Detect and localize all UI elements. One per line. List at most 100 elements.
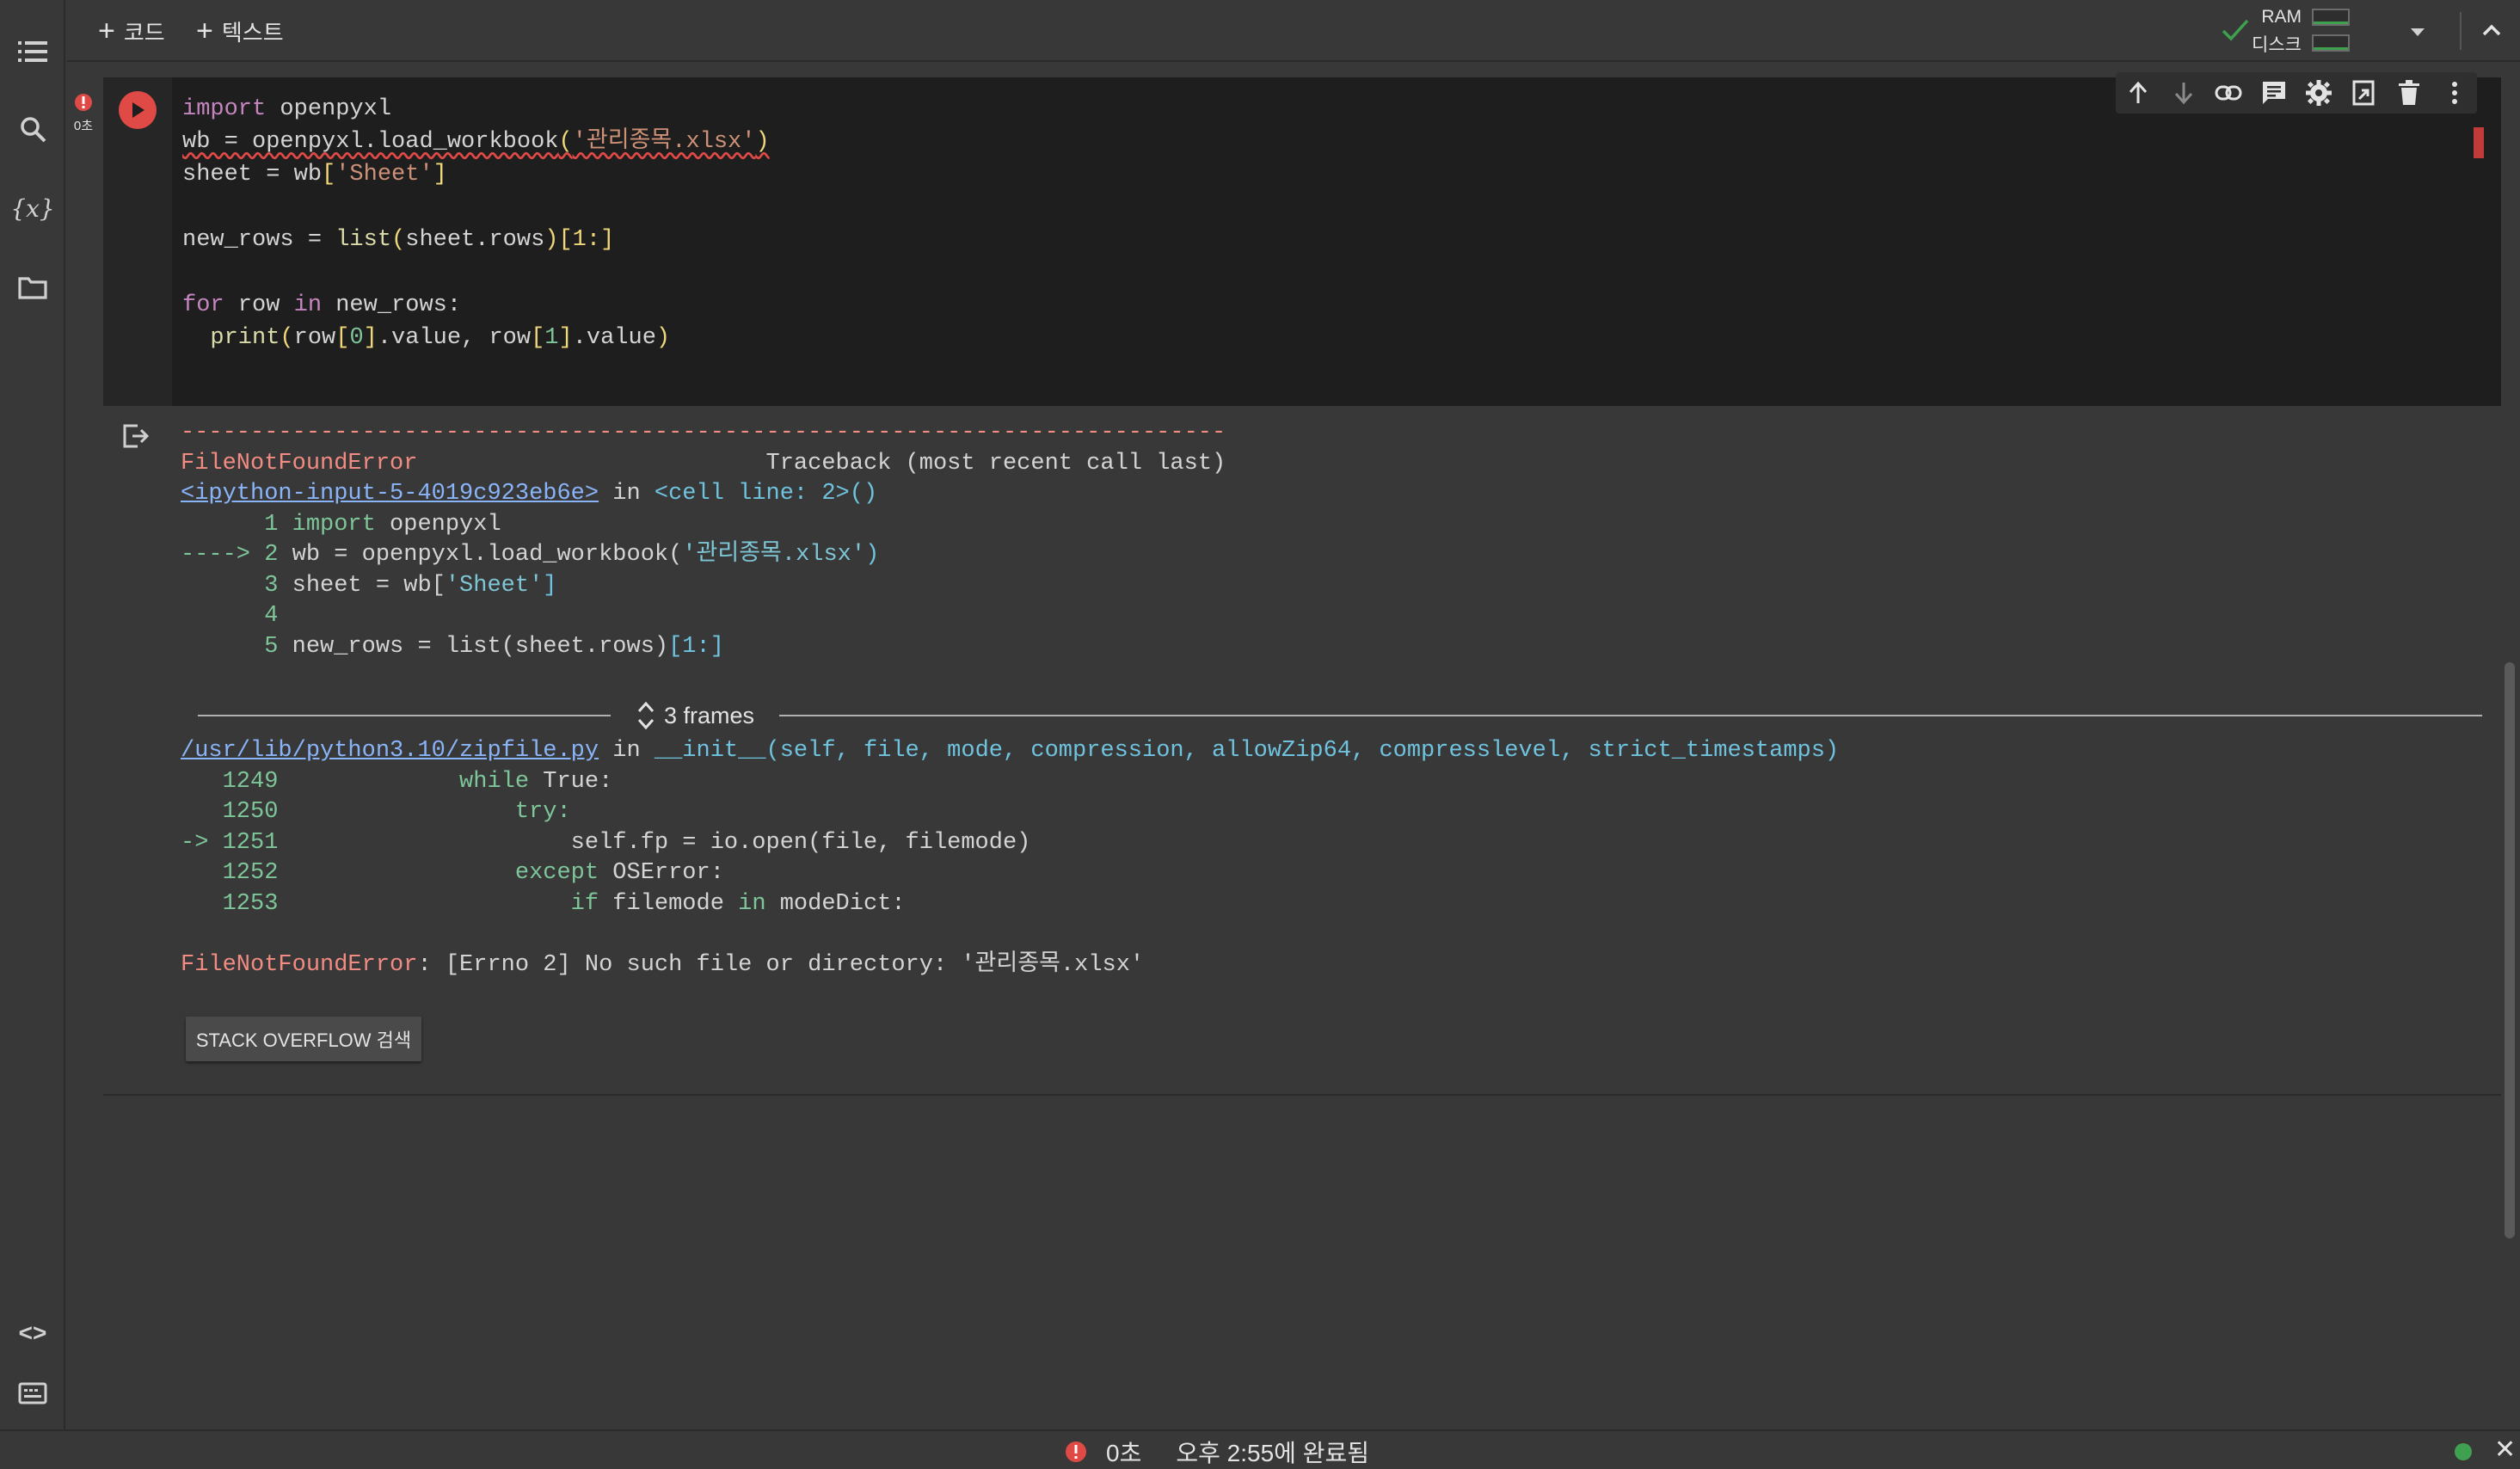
add-text-button[interactable]: + 텍스트 [196, 14, 284, 48]
toolbar-divider [2460, 12, 2462, 50]
code-token: ) [655, 325, 671, 351]
top-toolbar: + 코드 + 텍스트 RAM 디스크 [67, 0, 2520, 62]
frames-label: 3 frames [664, 702, 755, 728]
execution-status[interactable]: 0초 오후 2:55에 완료됨 [1065, 1436, 1369, 1467]
ram-usage-bar [2312, 9, 2350, 26]
code-token: while [292, 768, 530, 795]
disk-label: 디스크 [2252, 35, 2302, 55]
code-token: new_rows = [182, 227, 336, 253]
final-error-name: FileNotFoundError [181, 951, 418, 978]
code-token: ) [865, 542, 880, 568]
code-cell-editor[interactable]: import openpyxl wb = openpyxl.load_workb… [103, 77, 2501, 406]
resource-monitor[interactable]: RAM 디스크 [2210, 7, 2365, 57]
disk-usage-bar [2312, 34, 2350, 52]
error-status-icon [1066, 1441, 1086, 1462]
function-signature: __init__(self, file, mode, compression, … [654, 738, 1840, 764]
collapse-header-icon[interactable] [2479, 17, 2505, 47]
settings-gear-icon[interactable] [2302, 76, 2336, 110]
expand-frames-button[interactable]: 3 frames [636, 698, 754, 733]
code-token: wb = openpyxl.load_workbook( [292, 542, 683, 568]
error-status-icon [75, 94, 92, 111]
line-number: 1 [181, 511, 292, 538]
code-token: import [292, 511, 376, 538]
runtime-dropdown-icon[interactable] [2405, 19, 2431, 49]
more-options-icon[interactable] [2437, 76, 2472, 110]
code-token: import [182, 96, 267, 122]
unfold-icon [637, 701, 655, 730]
frames-divider-left [198, 715, 611, 716]
code-cell-gutter [103, 77, 172, 406]
vertical-scrollbar[interactable] [2505, 662, 2515, 1239]
comment-icon[interactable] [2257, 76, 2291, 110]
traceback-text-frames: /usr/lib/python3.10/zipfile.py in __init… [181, 736, 1839, 980]
code-token: sheet = wb [182, 162, 323, 187]
cell-status: 0초 [69, 93, 98, 134]
move-cell-up-icon[interactable] [2121, 76, 2155, 110]
code-token: '관리종목.xlsx' [682, 542, 866, 568]
error-name: FileNotFoundError [181, 450, 418, 476]
error-line-arrow: ----> 2 [181, 542, 292, 568]
code-token: 1 [544, 325, 559, 351]
code-token: self.fp = io.open(file, filemode) [292, 829, 1031, 856]
status-completed-text: 오후 2:55에 완료됨 [1176, 1440, 1369, 1466]
variables-icon[interactable]: {x} [9, 184, 57, 232]
code-token: 0 [349, 325, 364, 351]
collapsed-frames-row: 3 frames [198, 698, 2482, 733]
status-bar: 0초 오후 2:55에 완료됨 ✕ [0, 1429, 2520, 1469]
code-token: ( [558, 129, 573, 155]
mirror-cell-icon[interactable] [2347, 76, 2382, 110]
code-token: try: [292, 799, 571, 825]
code-token: [ [531, 325, 545, 351]
code-token: ) [544, 227, 559, 253]
code-token: sheet = wb[ [292, 572, 446, 599]
code-token: new_rows: [322, 292, 462, 318]
code-token: row [224, 292, 294, 318]
add-text-label: 텍스트 [221, 19, 284, 46]
code-token: filemode [599, 890, 739, 917]
clear-output-icon[interactable] [122, 423, 157, 458]
left-sidebar: {x} <> [0, 0, 65, 1429]
table-of-contents-icon[interactable] [9, 28, 57, 76]
code-token: ] [363, 325, 378, 351]
code-token: in [293, 292, 323, 318]
cell-exec-time: 0초 [73, 119, 94, 133]
code-token: except [292, 860, 599, 886]
traceback-separator: ----------------------------------------… [181, 420, 1226, 446]
delete-trash-icon[interactable] [2392, 76, 2426, 110]
ipython-input-link[interactable]: <ipython-input-5-4019c923eb6e> [181, 481, 599, 507]
files-folder-icon[interactable] [9, 263, 57, 311]
final-error-message: : [Errno 2] No such file or directory: '… [417, 951, 1145, 978]
terminal-icon[interactable] [9, 1369, 57, 1417]
line-number: 1250 [181, 799, 292, 825]
traceback-text: ----------------------------------------… [181, 418, 1226, 662]
code-token: in [738, 890, 766, 917]
code-token: ( [280, 325, 294, 351]
link-icon[interactable] [2211, 76, 2246, 110]
error-scroll-marker [2474, 127, 2484, 158]
code-token: row [293, 325, 336, 351]
code-token: [1:] [558, 227, 615, 253]
code-token: openpyxl [266, 96, 392, 122]
code-token: [1:] [668, 633, 724, 660]
line-number: 3 [181, 572, 292, 599]
run-cell-button[interactable] [119, 91, 157, 129]
code-token: ] [433, 162, 447, 187]
move-cell-down-icon[interactable] [2167, 76, 2201, 110]
search-stack-overflow-button[interactable]: STACK OVERFLOW 검색 [186, 1017, 421, 1061]
code-token: 'Sheet' [445, 572, 544, 599]
code-token: True: [529, 768, 613, 795]
code-token: ] [558, 325, 573, 351]
search-icon[interactable] [9, 105, 57, 153]
code-token: [ [335, 325, 350, 351]
code-text[interactable]: import openpyxl wb = openpyxl.load_workb… [182, 93, 770, 354]
add-code-button[interactable]: + 코드 [98, 14, 165, 48]
code-token: '관리종목.xlsx' [572, 129, 756, 155]
code-token: in [599, 738, 655, 764]
ram-label: RAM [2261, 7, 2302, 27]
code-token: modeDict: [765, 890, 906, 917]
close-icon[interactable]: ✕ [2494, 1435, 2516, 1465]
code-snippets-icon[interactable]: <> [9, 1309, 57, 1357]
zipfile-source-link[interactable]: /usr/lib/python3.10/zipfile.py [181, 738, 599, 764]
line-number: 1252 [181, 860, 292, 886]
cell-location: <cell line: 2>() [654, 481, 878, 507]
